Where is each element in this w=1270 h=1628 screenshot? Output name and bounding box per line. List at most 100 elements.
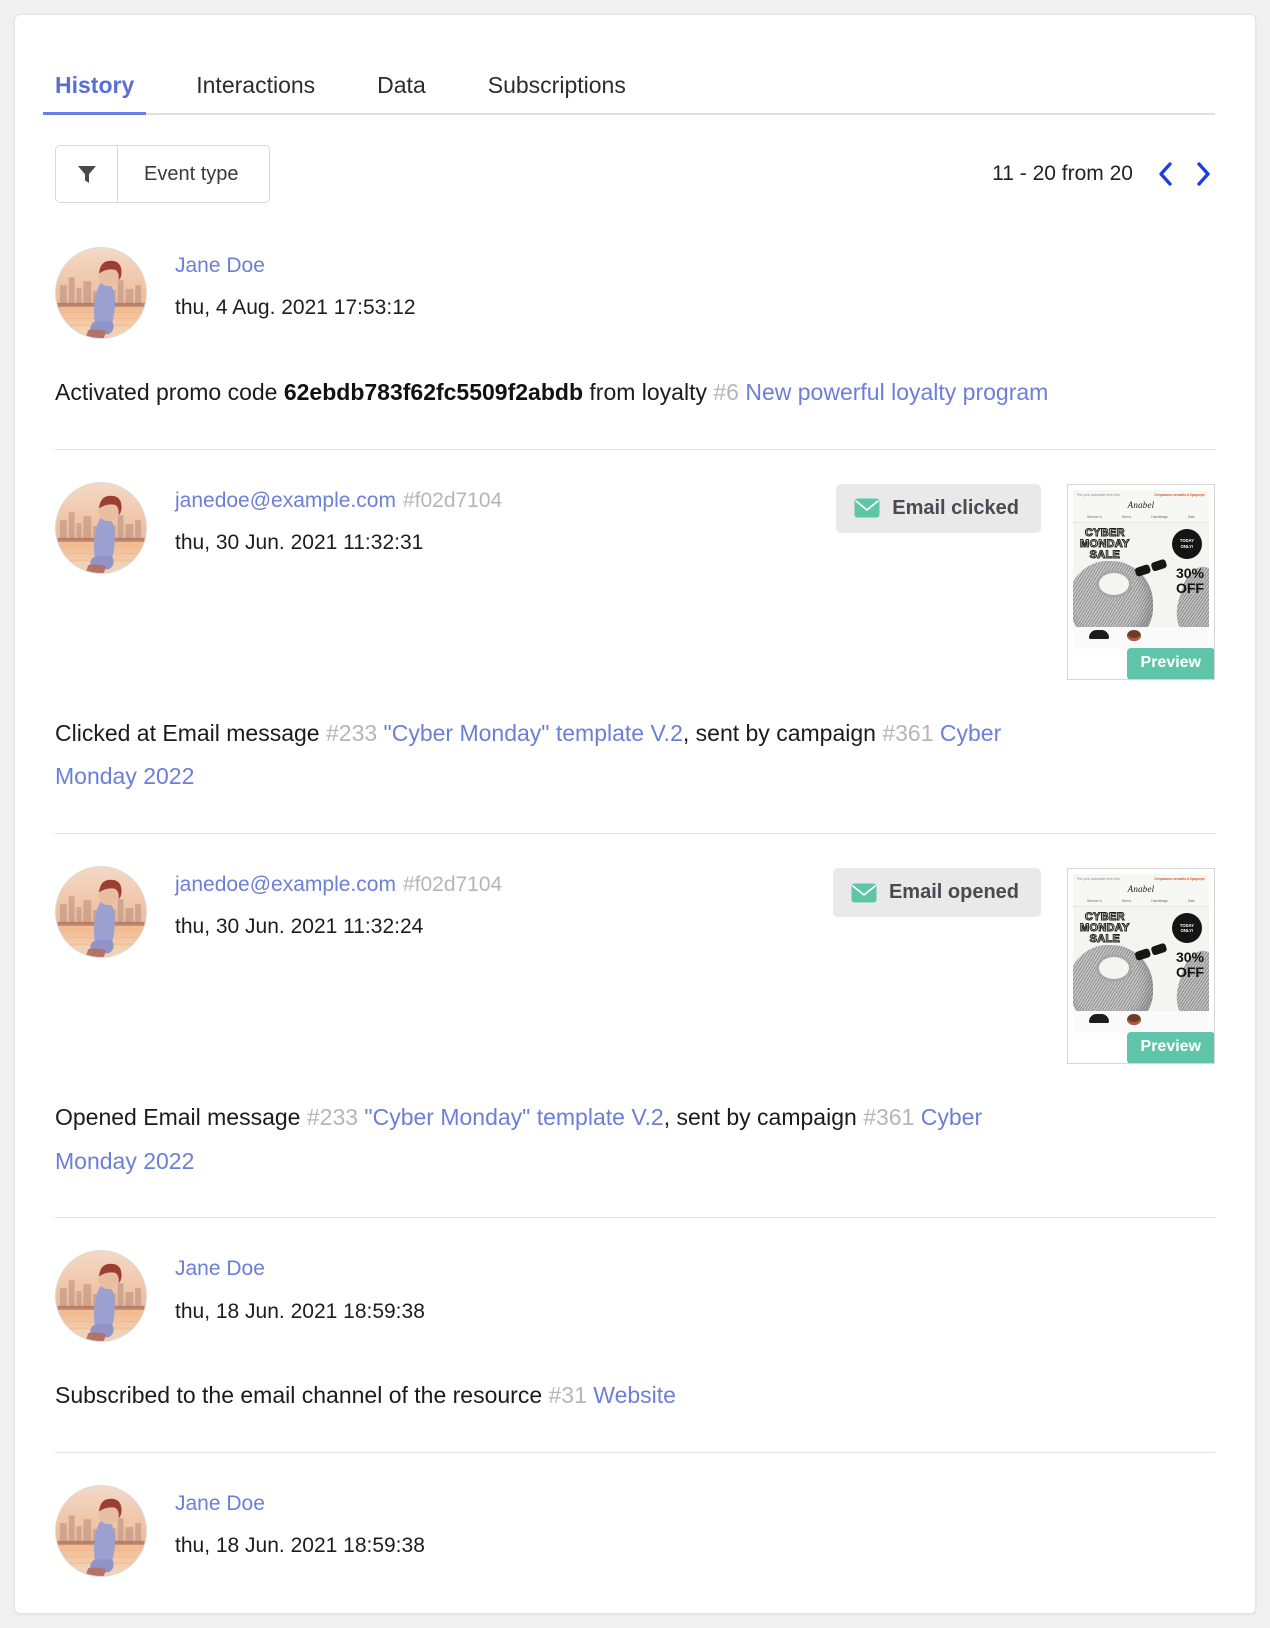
event-meta-right: Email opened Put your preheader text her… [832,866,1215,1065]
thumbnail-headline-line: SALE [1089,933,1121,946]
thumbnail-headline-line: SALE [1089,548,1121,561]
history-panel: History Interactions Data Subscriptions Eve… [14,14,1256,1614]
envelope-icon [851,883,877,903]
toolbar: Event type 11 - 20 from 20 [55,145,1215,203]
email-thumbnail-image: Put your preheader text here Отправить о… [1073,489,1209,674]
event-description: Created by file import [55,1609,1065,1613]
contact-name[interactable]: Jane Doe [175,1257,265,1280]
avatar [55,1485,147,1578]
body-text: Opened Email message [55,1104,307,1131]
body-text: , sent by campaign [682,719,883,746]
today-only-line: ONLY! [1180,543,1194,549]
event-item: janedoe@example.com #f02d7104 thu, 30 Jun… [55,834,1215,1219]
event-header: janedoe@example.com #f02d7104 thu, 30 Jun… [55,481,1215,680]
discount-text: 30% OFF [1176,950,1204,980]
event-item: janedoe@example.com #f02d7104 thu, 30 Jun… [55,450,1215,835]
preview-button[interactable]: Preview [1126,647,1214,679]
tab-interactions[interactable]: Interactions [196,74,315,113]
body-text: from loyalty [583,379,714,405]
entity-id: #361 [882,719,934,746]
avatar [55,1250,147,1343]
contact-name[interactable]: janedoe@example.com [175,873,396,896]
event-timestamp: thu, 18 Jun. 2021 18:59:38 [175,1534,425,1558]
event-identity-block: Jane Doe thu, 4 Aug. 2021 17:53:12 [175,247,1215,320]
promo-code: 62ebdb783f62fc5509f2abdb [283,379,583,405]
entity-id: #233 [326,719,378,746]
thumbnail-preheader-row: Put your preheader text here Отправить о… [1073,874,1209,884]
thumbnail-nav-item: Men's [1121,514,1132,519]
event-identity: Jane Doe [175,253,1215,279]
event-identity: janedoe@example.com #f02d7104 [175,488,836,514]
event-header: Jane Doe thu, 18 Jun. 2021 18:59:38 [55,1485,1215,1578]
today-only-badge: TODAY ONLY! [1172,528,1202,559]
event-identity: janedoe@example.com #f02d7104 [175,872,833,898]
status-badge[interactable]: Email clicked [836,483,1041,533]
preview-button[interactable]: Preview [1126,1032,1214,1064]
thumbnail-hero: CYBER MONDAY SALE TODAY ONLY! 30% OFF [1073,907,1209,1012]
event-header: Jane Doe thu, 18 Jun. 2021 18:59:38 [55,1250,1215,1343]
thumbnail-products-row [1073,626,1209,649]
entity-id: #6 [713,379,739,405]
event-type-label[interactable]: Event type [118,146,269,202]
body-text: Subscribed to the email channel of the r… [55,1382,549,1409]
chevron-right-icon[interactable] [1191,159,1215,189]
event-timestamp: thu, 4 Aug. 2021 17:53:12 [175,296,416,320]
discount-off: OFF [1175,964,1204,981]
thumbnail-headline: CYBER MONDAY SALE [1080,527,1130,561]
entity-link[interactable]: "Cyber Monday" template V.2 [358,1104,663,1130]
chevron-left-icon[interactable] [1153,159,1177,189]
accessory-graphic [1127,1014,1141,1026]
funnel-icon[interactable] [56,146,118,202]
envelope-icon [854,498,880,518]
event-identity-block: Jane Doe thu, 18 Jun. 2021 18:59:38 [175,1250,1215,1323]
avatar [55,247,147,339]
event-description: Clicked at Email message #233 "Cyber Mon… [55,712,1065,799]
tab-history[interactable]: History [42,74,147,115]
event-identity: Jane Doe [175,1491,1215,1517]
pagination-range: 11 - 20 from 20 [992,162,1133,185]
tab-data[interactable]: Data [377,74,426,113]
body-text: Activated promo code [55,379,284,405]
thumbnail-nav: Women's Men's Handbags Sale [1073,897,1209,908]
thumbnail-headline: CYBER MONDAY SALE [1080,911,1130,946]
email-thumbnail[interactable]: Put your preheader text here Отправить о… [1067,868,1215,1065]
entity-id: #361 [863,1104,915,1131]
contact-name[interactable]: Jane Doe [175,1492,265,1515]
contact-name[interactable]: Jane Doe [175,254,265,277]
tab-subscriptions[interactable]: Subscriptions [488,74,626,113]
entity-link[interactable]: Website [587,1382,676,1408]
contact-name[interactable]: janedoe@example.com [175,489,396,512]
thumbnail-brand: Anabel [1073,498,1209,513]
tab-bar: History Interactions Data Subscriptions [42,57,1215,115]
status-badge[interactable]: Email opened [832,868,1041,918]
discount-text: 30% OFF [1175,564,1204,596]
entity-link[interactable]: New powerful loyalty program [739,379,1048,405]
entity-id: #31 [548,1382,587,1409]
discount-off: OFF [1175,579,1204,596]
event-timestamp: thu, 30 Jun. 2021 11:32:31 [175,530,424,554]
contact-id: #f02d7104 [402,488,503,512]
event-item: Jane Doe thu, 4 Aug. 2021 17:53:12 Activ… [55,215,1215,450]
thumbnail-products-row [1073,1011,1209,1034]
discount-percent: 30% [1175,564,1204,581]
event-item: Jane Doe thu, 18 Jun. 2021 18:59:38 Subs… [55,1218,1215,1454]
status-badge-label: Email opened [888,881,1019,904]
thumbnail-preheader: Put your preheader text here [1077,492,1121,497]
thumbnail-nav-item: Sale [1187,514,1195,519]
event-list: Jane Doe thu, 4 Aug. 2021 17:53:12 Activ… [55,215,1215,1613]
thumbnail-view-online: Отправить онлайн в браузере [1154,492,1205,497]
email-thumbnail[interactable]: Put your preheader text here Отправить о… [1067,483,1215,680]
event-type-filter[interactable]: Event type [55,145,270,203]
event-identity-block: janedoe@example.com #f02d7104 thu, 30 Jun… [175,866,833,939]
thumbnail-view-online: Отправить онлайн в браузере [1154,877,1205,882]
thumbnail-brand: Anabel [1073,883,1209,898]
thumbnail-nav: Women's Men's Handbags Sale [1073,512,1209,523]
discount-percent: 30% [1175,949,1204,966]
avatar [55,481,147,574]
event-item: Jane Doe thu, 18 Jun. 2021 18:59:38 Crea… [55,1453,1215,1613]
event-identity-block: janedoe@example.com #f02d7104 thu, 30 Jun… [175,482,836,555]
entity-link[interactable]: "Cyber Monday" template V.2 [377,720,683,746]
entity-id: #233 [306,1104,359,1131]
sunglasses-graphic [1133,938,1171,966]
thumbnail-nav-item: Sale [1187,899,1195,904]
